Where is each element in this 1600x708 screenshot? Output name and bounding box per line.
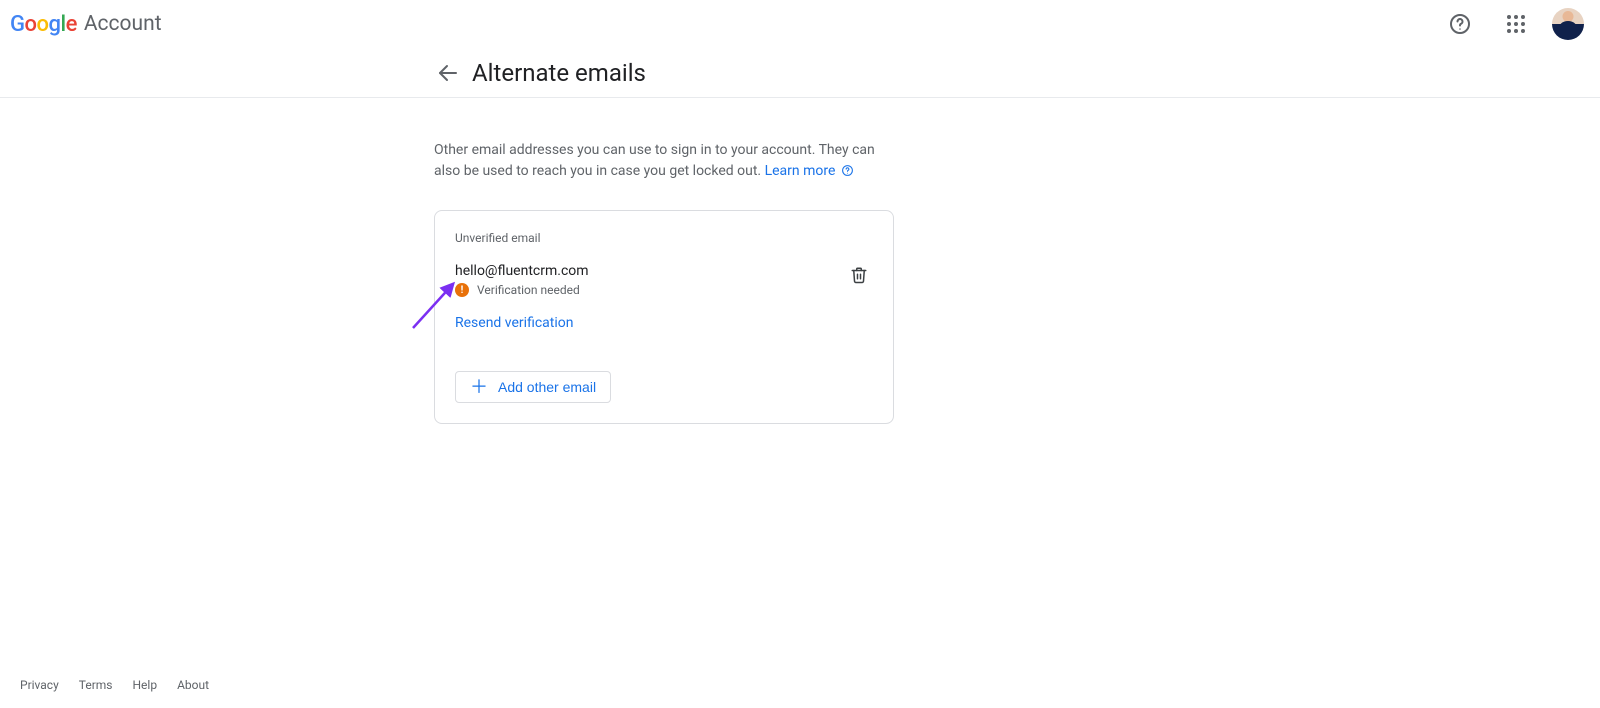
top-bar: Google Account — [0, 0, 1600, 48]
main-content: Other email addresses you can use to sig… — [0, 98, 896, 424]
plus-icon: ＋ — [470, 380, 488, 394]
header-actions — [1440, 4, 1584, 44]
resend-verification-link[interactable]: Resend verification — [455, 315, 573, 331]
email-entry: hello@fluentcrm.com ! Verification neede… — [455, 263, 873, 297]
email-info: hello@fluentcrm.com ! Verification neede… — [455, 263, 589, 297]
info-circle-icon — [841, 164, 854, 177]
section-label: Unverified email — [455, 231, 873, 245]
delete-email-button[interactable] — [839, 255, 879, 295]
status-text: Verification needed — [477, 283, 580, 297]
footer: Privacy Terms Help About — [0, 678, 209, 692]
email-address: hello@fluentcrm.com — [455, 263, 589, 279]
help-icon — [1448, 12, 1472, 36]
google-logo: Google — [10, 12, 77, 37]
help-button[interactable] — [1440, 4, 1480, 44]
status-line: ! Verification needed — [455, 283, 589, 297]
apps-button[interactable] — [1496, 4, 1536, 44]
footer-about[interactable]: About — [177, 678, 209, 692]
footer-terms[interactable]: Terms — [79, 678, 113, 692]
trash-icon — [850, 266, 868, 284]
page-header: Alternate emails — [0, 48, 1600, 98]
apps-icon — [1506, 14, 1526, 34]
warning-icon: ! — [455, 283, 469, 297]
arrow-left-icon — [436, 61, 460, 85]
alternate-emails-card: Unverified email hello@fluentcrm.com ! V… — [434, 210, 894, 424]
intro-text: Other email addresses you can use to sig… — [434, 140, 894, 182]
logo[interactable]: Google Account — [10, 12, 162, 37]
footer-help[interactable]: Help — [133, 678, 158, 692]
footer-privacy[interactable]: Privacy — [20, 678, 59, 692]
product-name: Account — [84, 12, 162, 36]
add-button-label: Add other email — [498, 379, 596, 395]
add-other-email-button[interactable]: ＋ Add other email — [455, 371, 611, 403]
avatar[interactable] — [1552, 8, 1584, 40]
page-title: Alternate emails — [472, 59, 646, 87]
learn-more-link[interactable]: Learn more — [765, 163, 854, 179]
back-button[interactable] — [428, 53, 468, 93]
